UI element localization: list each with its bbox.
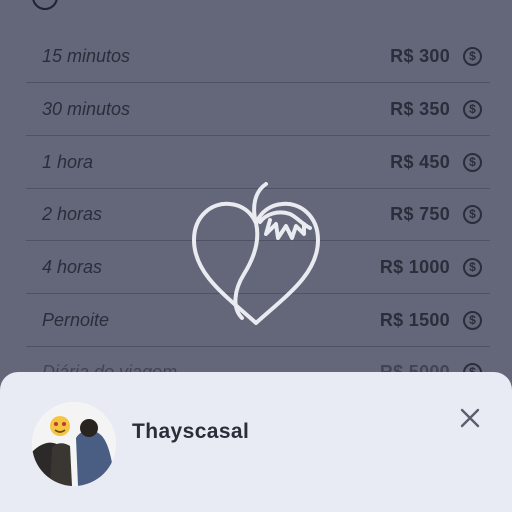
price-row: 15 minutos R$ 300 $ xyxy=(26,30,490,83)
dollar-coin-icon: $ xyxy=(463,257,482,277)
peach-heart-logo xyxy=(192,182,320,325)
duration-label: 2 horas xyxy=(42,203,103,224)
price-value: R$ 1500 xyxy=(379,309,450,330)
avatar[interactable] xyxy=(32,402,116,486)
price-row: 30 minutos R$ 350 $ xyxy=(26,83,490,136)
page-backdrop: 15 minutos R$ 300 $ 30 minutos R$ 350 $ … xyxy=(0,0,512,512)
duration-label: 30 minutos xyxy=(42,98,131,119)
dollar-coin-icon: $ xyxy=(463,310,482,330)
duration-label: 1 hora xyxy=(42,151,94,172)
price-value: R$ 1000 xyxy=(379,256,450,277)
avatar-photo xyxy=(32,402,116,486)
duration-label: Pernoite xyxy=(42,309,110,330)
duration-label: 4 horas xyxy=(42,256,103,277)
dollar-coin-icon: $ xyxy=(463,152,482,172)
price-value: R$ 450 xyxy=(390,151,450,172)
top-partial-icon xyxy=(32,0,58,10)
dollar-coin-icon: $ xyxy=(463,204,482,224)
price-value: R$ 750 xyxy=(390,203,450,224)
profile-username[interactable]: Thayscasal xyxy=(132,420,249,444)
price-value: R$ 300 xyxy=(390,45,450,66)
duration-label: 15 minutos xyxy=(42,45,131,66)
price-value: R$ 350 xyxy=(390,98,450,119)
dollar-coin-icon: $ xyxy=(463,99,482,119)
close-icon[interactable] xyxy=(456,404,484,432)
dollar-coin-icon: $ xyxy=(463,46,482,66)
